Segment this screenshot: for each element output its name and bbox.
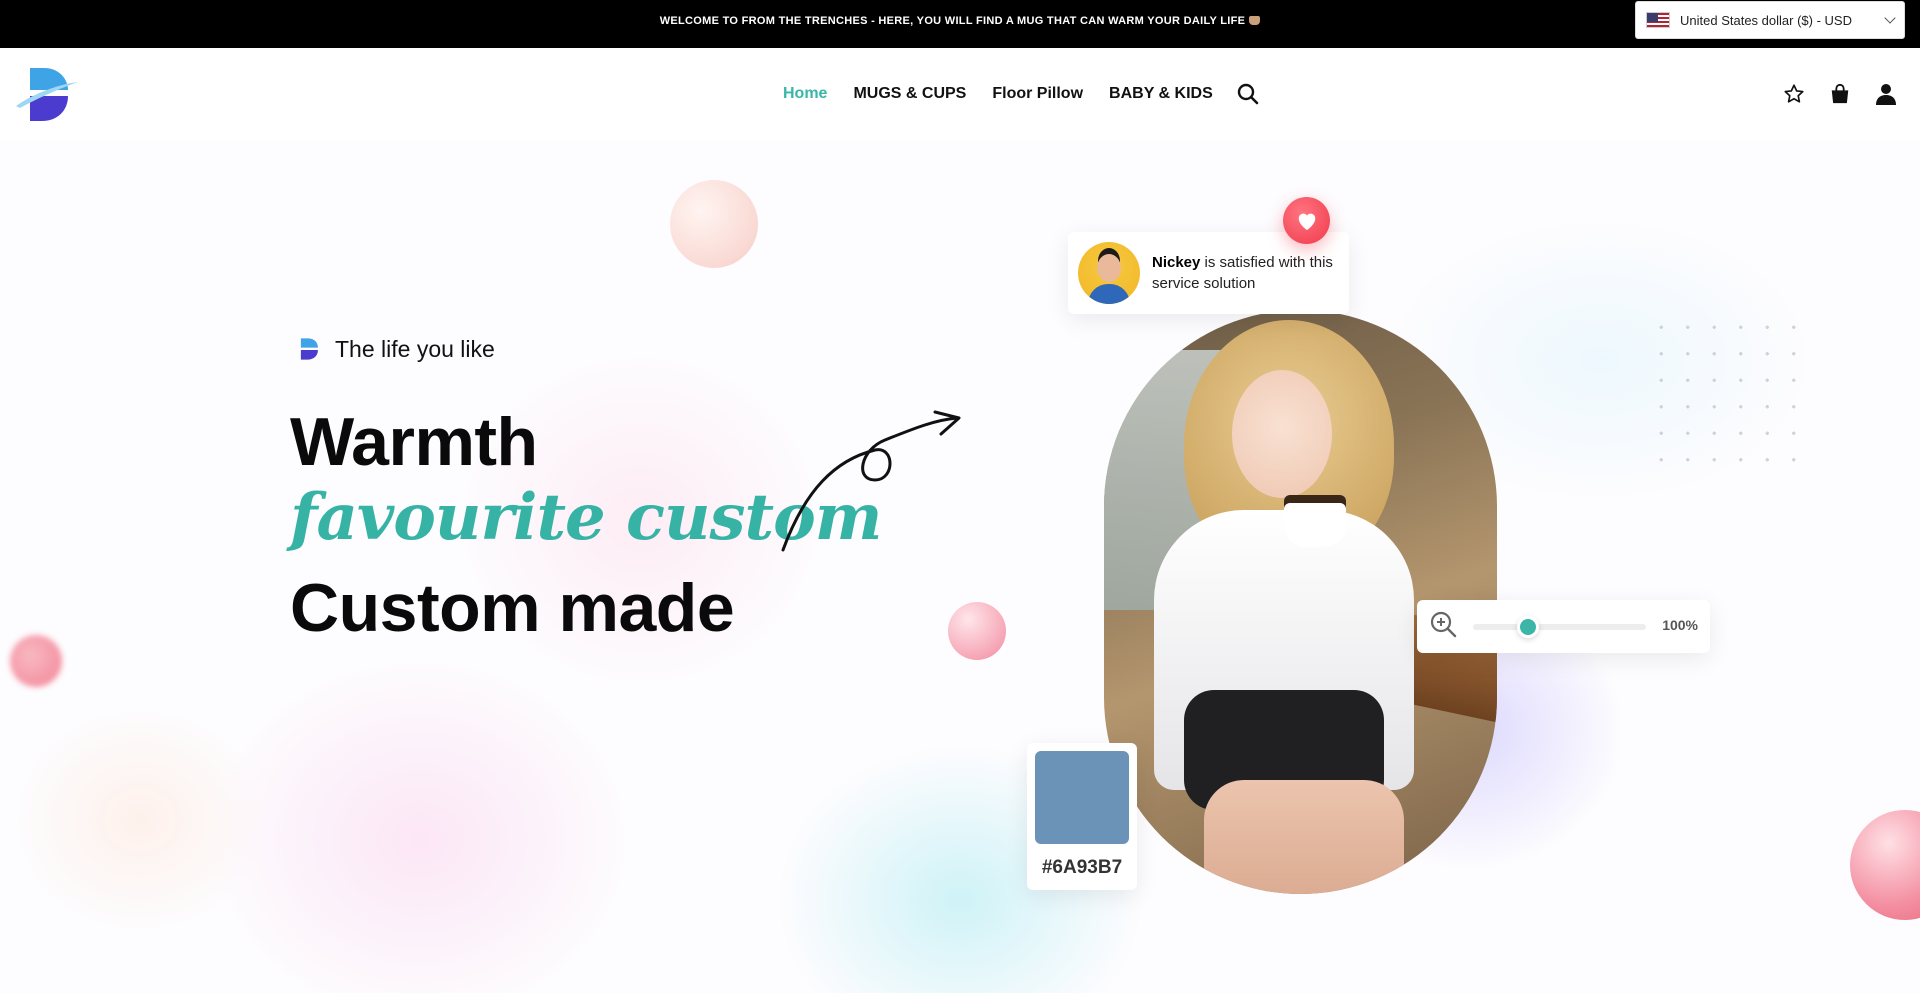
search-icon[interactable]	[1237, 83, 1259, 105]
review-name: Nickey	[1152, 254, 1201, 271]
heart-icon[interactable]	[1283, 197, 1330, 244]
curved-arrow-icon	[781, 410, 961, 552]
announcement-text-wrap: WELCOME TO FROM THE TRENCHES - HERE, YOU…	[0, 0, 1920, 42]
site-logo[interactable]	[16, 66, 78, 121]
logo-icon	[16, 68, 78, 121]
dot-grid-decoration	[1648, 314, 1818, 484]
decorative-bubble	[10, 635, 62, 687]
color-swatch	[1035, 751, 1129, 844]
review-card: Nickey is satisfied with this service so…	[1068, 232, 1349, 314]
decorative-bubble	[948, 602, 1006, 660]
color-swatch-card: #6A93B7	[1027, 743, 1137, 890]
hero-headline-line-1: Warmth	[290, 404, 538, 480]
zoom-value: 100%	[1662, 617, 1698, 633]
main-nav: Home MUGS & CUPS Floor Pillow BABY & KID…	[783, 48, 1259, 140]
logo-mark-icon	[300, 338, 318, 360]
nav-home[interactable]: Home	[783, 85, 827, 103]
currency-selected-label: United States dollar ($) - USD	[1680, 12, 1852, 28]
decorative-bubble	[1850, 810, 1920, 920]
site-header: Home MUGS & CUPS Floor Pillow BABY & KID…	[0, 48, 1920, 140]
chevron-down-icon	[1884, 12, 1896, 24]
hero-eyebrow: The life you like	[297, 335, 495, 363]
us-flag-icon	[1646, 12, 1670, 28]
currency-selector[interactable]: United States dollar ($) - USD	[1635, 1, 1905, 39]
zoom-in-icon[interactable]	[1429, 610, 1457, 643]
zoom-control: 100%	[1417, 600, 1710, 653]
nav-baby-kids[interactable]: BABY & KIDS	[1109, 85, 1213, 103]
announcement-text: WELCOME TO FROM THE TRENCHES - HERE, YOU…	[659, 15, 1246, 27]
account-icon[interactable]	[1874, 82, 1898, 106]
shopping-bag-icon[interactable]	[1828, 82, 1852, 106]
wishlist-star-icon[interactable]	[1782, 82, 1806, 106]
zoom-slider-track[interactable]	[1473, 616, 1646, 638]
color-hex-label: #6A93B7	[1041, 857, 1123, 878]
review-text: Nickey is satisfied with this service so…	[1152, 252, 1337, 294]
hero-headline-line-3: Custom made	[290, 570, 735, 646]
decorative-bubble	[670, 180, 758, 268]
zoom-slider-handle[interactable]	[1517, 616, 1540, 638]
avatar	[1078, 242, 1140, 304]
coffee-cup-icon	[1249, 16, 1261, 25]
nav-mugs-cups[interactable]: MUGS & CUPS	[853, 85, 966, 103]
header-icons	[1782, 48, 1920, 140]
hero-eyebrow-text: The life you like	[335, 335, 495, 362]
nav-floor-pillow[interactable]: Floor Pillow	[992, 85, 1083, 103]
hero-section: The life you like Warmth favourite custo…	[0, 140, 1920, 993]
announcement-bar: WELCOME TO FROM THE TRENCHES - HERE, YOU…	[0, 0, 1920, 48]
